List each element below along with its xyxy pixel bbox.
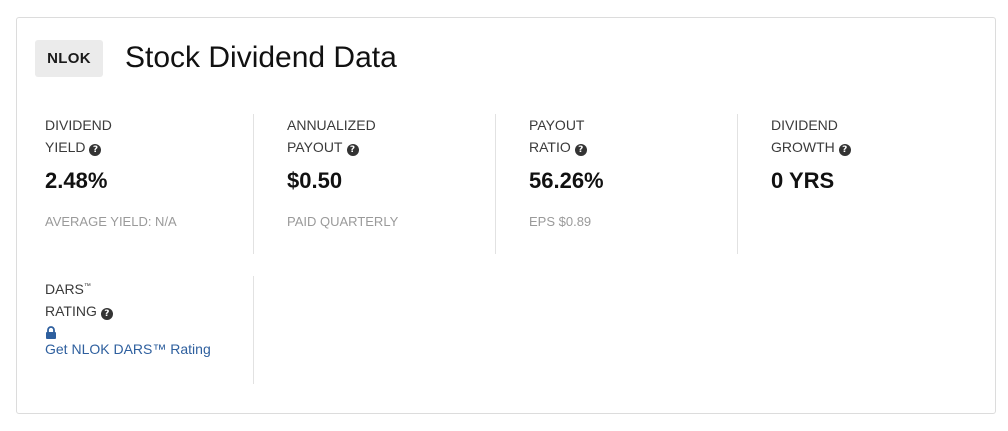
- metric-value: $0.50: [287, 168, 343, 193]
- metric-value: 2.48%: [45, 168, 108, 193]
- metric-annualized-payout: ANNUALIZED PAYOUT? $0.50 PAID QUARTERLY: [287, 114, 497, 254]
- divider: [253, 276, 254, 384]
- metric-label: DIVIDEND GROWTH?: [771, 114, 981, 158]
- metric-payout-ratio: PAYOUT RATIO? 56.26% EPS $0.89: [529, 114, 739, 254]
- metric-subtext: EPS $0.89: [529, 214, 592, 229]
- page-title: Stock Dividend Data: [125, 41, 397, 74]
- metric-label: DIVIDEND YIELD?: [45, 117, 112, 156]
- metric-dividend-yield: DIVIDEND YIELD? 2.48% AVERAGE YIELD: N/A: [45, 114, 255, 254]
- ticker-badge: NLOK: [35, 40, 103, 77]
- metric-label: ANNUALIZED PAYOUT?: [287, 117, 376, 156]
- metric-value: 0 YRS: [771, 168, 835, 193]
- question-circle-icon[interactable]: ?: [346, 144, 359, 156]
- metric-dars-rating: DARS™ RATING? Get NLOK DARS™ Rating: [45, 276, 255, 384]
- get-dars-rating-link[interactable]: Get NLOK DARS™ Rating: [45, 340, 211, 358]
- metric-dividend-growth: DIVIDEND GROWTH? 0 YRS: [771, 114, 981, 214]
- metric-value: 56.26%: [529, 168, 604, 193]
- lock-icon: [45, 326, 57, 340]
- metric-subtext: AVERAGE YIELD: N/A: [45, 214, 177, 229]
- metric-label: DARS™ RATING?: [45, 276, 255, 322]
- question-circle-icon[interactable]: ?: [574, 144, 587, 156]
- metric-subtext: PAID QUARTERLY: [287, 214, 399, 229]
- question-circle-icon[interactable]: ?: [100, 308, 113, 320]
- question-circle-icon[interactable]: ?: [838, 144, 851, 156]
- metric-label: PAYOUT RATIO?: [529, 114, 739, 158]
- dividend-data-card: NLOK Stock Dividend Data DIVIDEND YIELD?…: [16, 17, 996, 414]
- question-circle-icon[interactable]: ?: [89, 144, 102, 156]
